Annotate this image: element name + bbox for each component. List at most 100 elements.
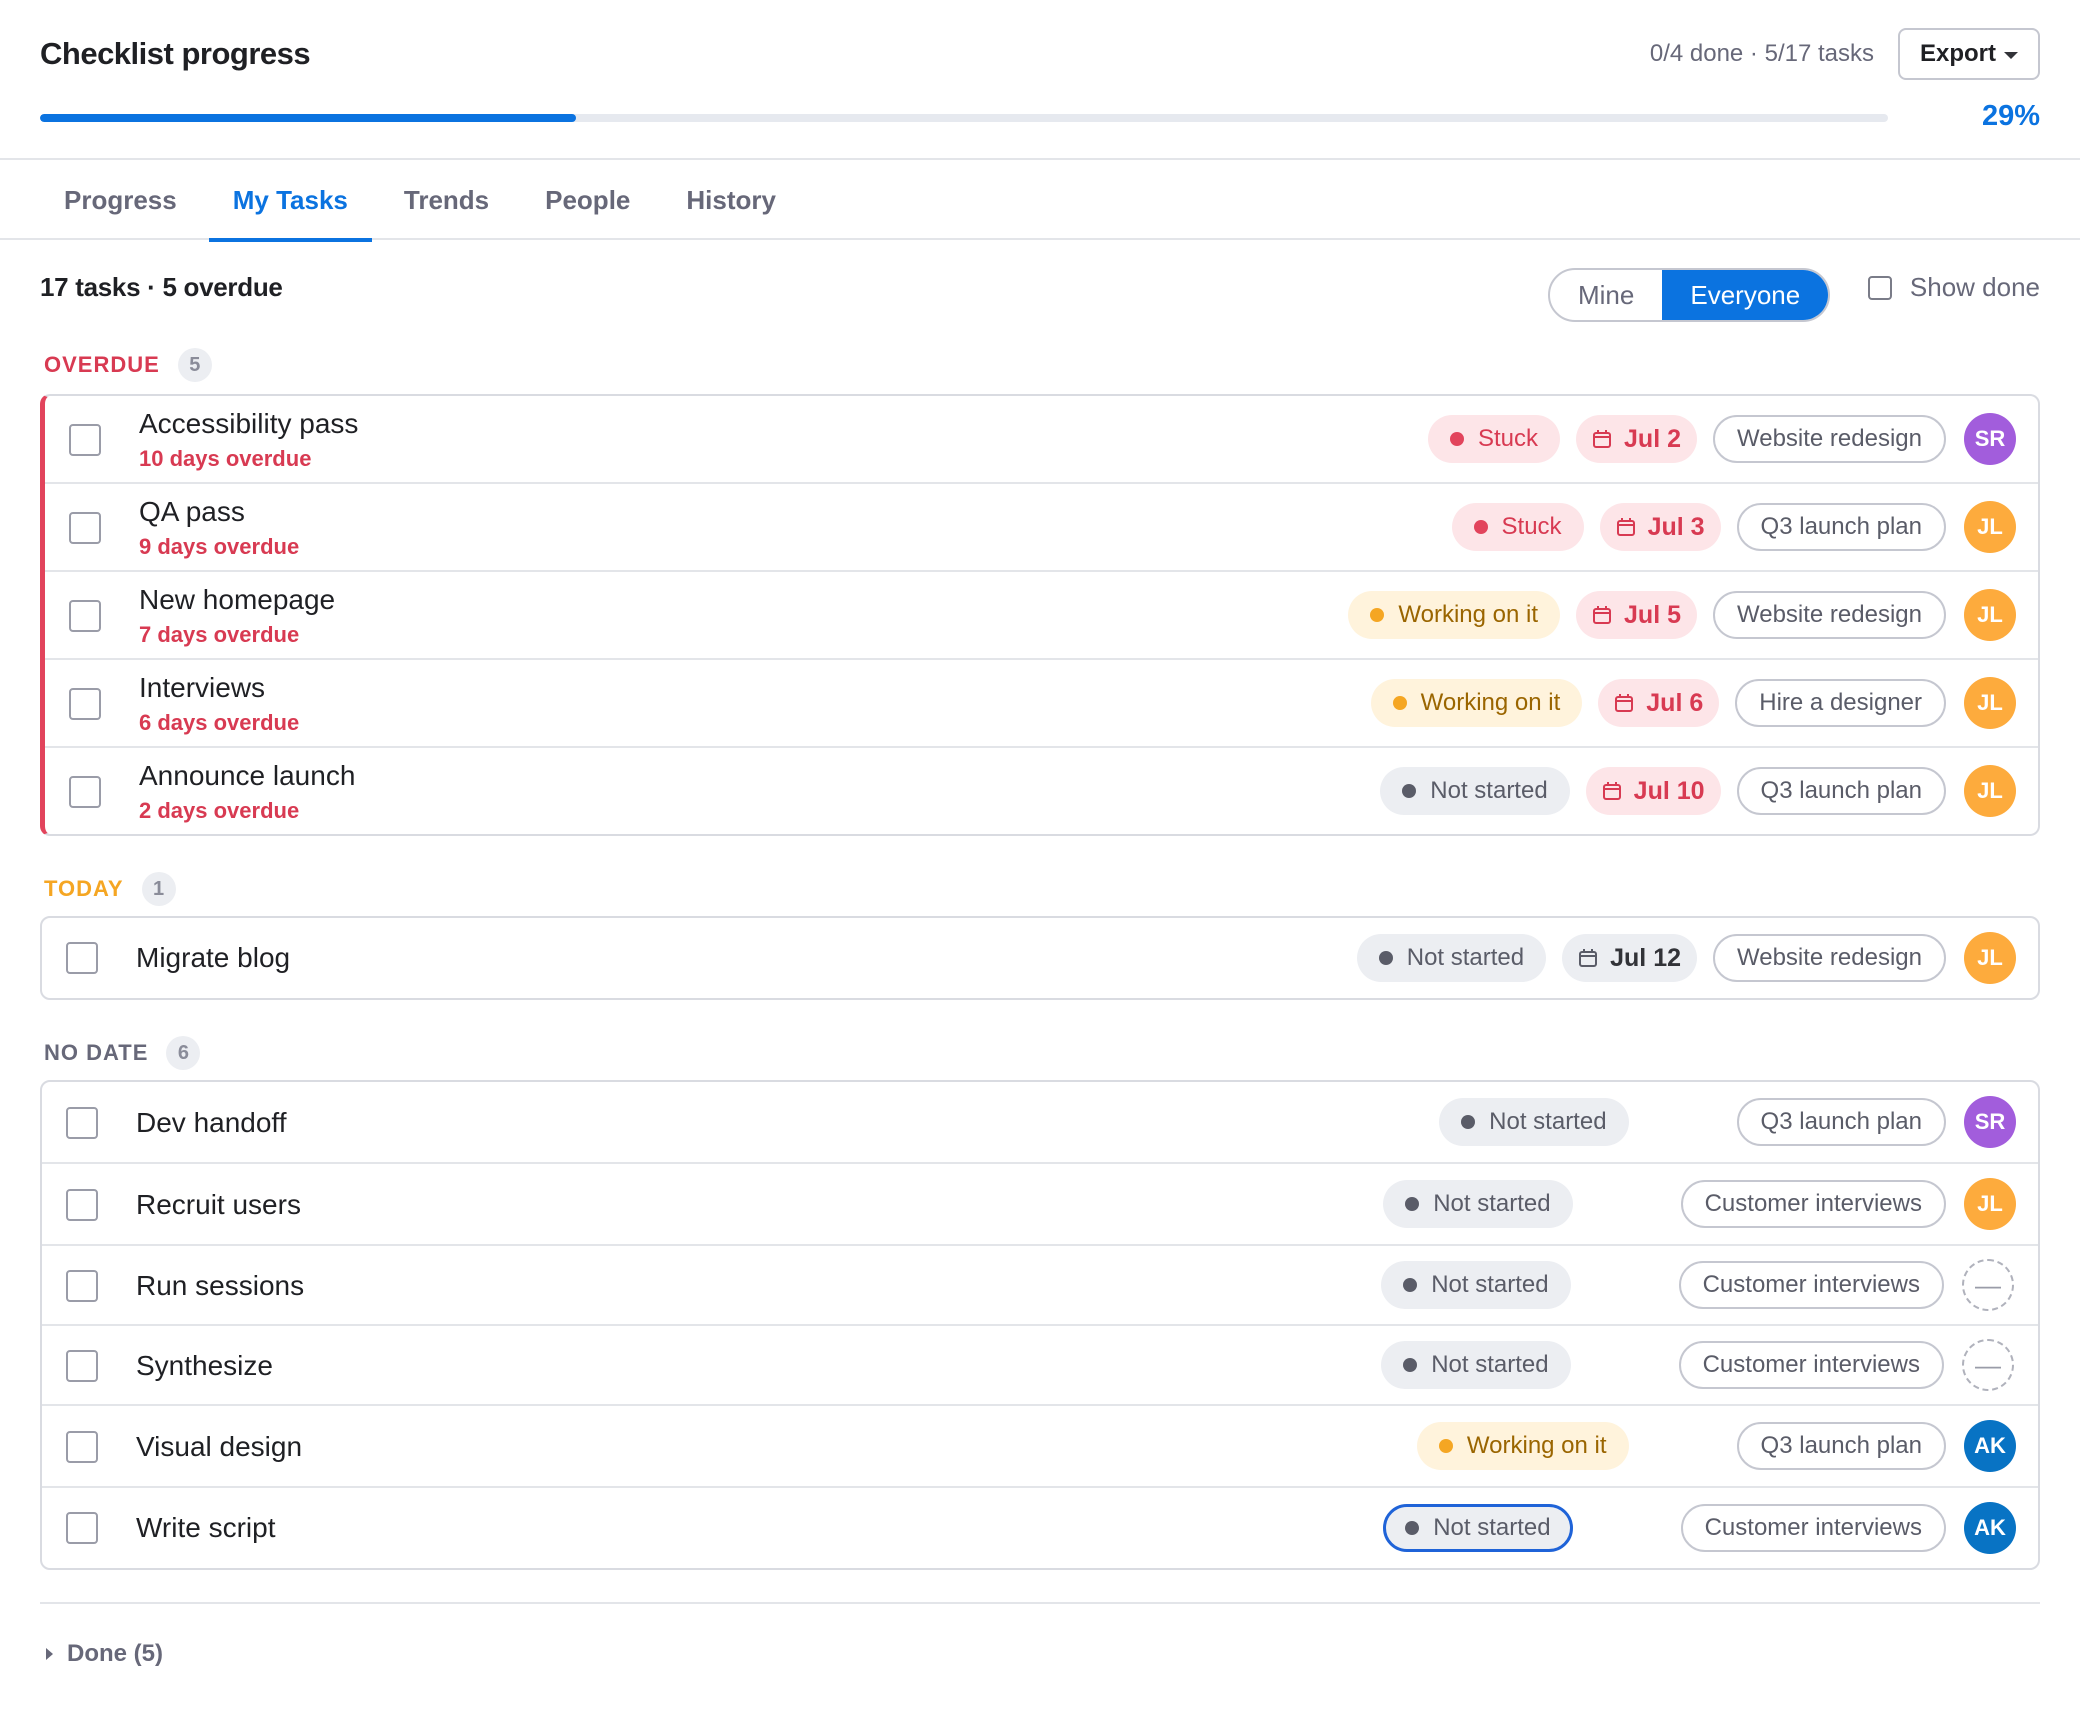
unassigned-avatar-icon[interactable]: — — [1962, 1259, 2014, 1311]
task-checkbox[interactable] — [66, 1512, 98, 1544]
caret-down-icon — [2004, 52, 2018, 59]
task-row[interactable]: New homepage 7 days overdue Working on i… — [45, 572, 2038, 660]
due-date-badge[interactable]: Jul 5 — [1576, 591, 1697, 639]
project-tag[interactable]: Q3 launch plan — [1736, 1422, 1946, 1470]
done-section-toggle[interactable]: Done (5) — [46, 1640, 163, 1668]
done-toggle-label: Done (5) — [67, 1640, 163, 1667]
project-tag[interactable]: Website redesign — [1713, 591, 1946, 639]
avatar[interactable]: AK — [1964, 1420, 2016, 1472]
show-done-toggle[interactable]: Show done — [1867, 272, 2040, 303]
avatar[interactable]: SR — [1964, 1096, 2016, 1148]
status-badge[interactable]: Not started — [1383, 1504, 1573, 1552]
task-checkbox[interactable] — [66, 1350, 98, 1382]
task-checkbox[interactable] — [66, 1107, 98, 1139]
status-badge[interactable]: Not started — [1356, 934, 1547, 982]
due-date-label: Jul 5 — [1624, 600, 1681, 629]
show-done-checkbox[interactable] — [1867, 275, 1892, 300]
avatar[interactable]: JL — [1964, 765, 2016, 817]
task-name: Write script — [136, 1512, 276, 1543]
project-tag[interactable]: Q3 launch plan — [1736, 767, 1946, 815]
task-name: Dev handoff — [136, 1107, 287, 1138]
avatar[interactable]: AK — [1964, 1502, 2016, 1554]
task-row[interactable]: Announce launch 2 days overdue Not start… — [45, 748, 2038, 834]
task-checkbox[interactable] — [69, 776, 101, 808]
avatar[interactable]: JL — [1964, 932, 2016, 984]
task-name: Migrate blog — [136, 942, 291, 973]
tab-people[interactable]: People — [521, 160, 654, 240]
calendar-icon — [1602, 782, 1621, 800]
task-row[interactable]: Write script Not started Customer interv… — [42, 1488, 2038, 1568]
task-row[interactable]: Visual design Working on it Q3 launch pl… — [42, 1406, 2038, 1488]
task-row[interactable]: Synthesize Not started Customer intervie… — [42, 1326, 2038, 1406]
due-date-badge[interactable]: Jul 12 — [1562, 934, 1697, 982]
avatar[interactable]: JL — [1964, 589, 2016, 641]
project-tag[interactable]: Website redesign — [1713, 415, 1946, 463]
group-label: TODAY — [44, 876, 124, 901]
project-tag[interactable]: Customer interviews — [1678, 1261, 1944, 1309]
status-dot-icon — [1402, 784, 1417, 798]
task-row[interactable]: Interviews 6 days overdue Working on it … — [45, 660, 2038, 748]
task-row[interactable]: Run sessions Not started Customer interv… — [42, 1246, 2038, 1326]
status-label: Stuck — [1501, 513, 1562, 540]
status-badge[interactable]: Not started — [1381, 1341, 1571, 1389]
status-badge[interactable]: Stuck — [1451, 503, 1584, 551]
status-badge[interactable]: Working on it — [1370, 679, 1583, 727]
avatar[interactable]: SR — [1964, 413, 2016, 465]
status-dot-icon — [1403, 1358, 1418, 1372]
task-checkbox[interactable] — [69, 512, 101, 544]
project-tag[interactable]: Customer interviews — [1678, 1341, 1944, 1389]
status-badge[interactable]: Not started — [1381, 1261, 1571, 1309]
group-count-badge: 5 — [177, 348, 212, 382]
due-date-badge[interactable]: Jul 3 — [1599, 503, 1721, 551]
assignee-filter: Mine Everyone — [1548, 268, 1831, 322]
filter-mine-button[interactable]: Mine — [1550, 270, 1662, 320]
status-badge[interactable]: Stuck — [1427, 415, 1561, 463]
task-row[interactable]: Accessibility pass 10 days overdue Stuck… — [45, 396, 2038, 484]
overdue-label: 10 days overdue — [139, 446, 312, 471]
avatar[interactable]: JL — [1964, 1178, 2016, 1230]
status-badge[interactable]: Not started — [1380, 767, 1570, 815]
task-row[interactable]: Dev handoff Not started Q3 launch plan S… — [42, 1082, 2038, 1164]
status-label: Stuck — [1477, 425, 1539, 452]
task-row[interactable]: QA pass 9 days overdue Stuck Jul 3 Q3 la… — [45, 484, 2038, 572]
task-checkbox[interactable] — [66, 942, 98, 974]
task-checkbox[interactable] — [69, 600, 101, 632]
project-tag[interactable]: Customer interviews — [1680, 1504, 1946, 1552]
project-tag[interactable]: Q3 launch plan — [1736, 503, 1946, 551]
avatar[interactable]: JL — [1964, 501, 2016, 553]
due-date-badge[interactable]: Jul 2 — [1576, 415, 1697, 463]
calendar-icon — [1593, 606, 1612, 624]
task-checkbox[interactable] — [69, 424, 101, 456]
divider — [40, 1602, 2040, 1604]
status-badge[interactable]: Not started — [1383, 1180, 1573, 1228]
due-date-badge[interactable]: Jul 6 — [1598, 679, 1720, 727]
task-checkbox[interactable] — [66, 1189, 98, 1221]
status-badge[interactable]: Not started — [1439, 1098, 1629, 1146]
task-checkbox[interactable] — [69, 688, 101, 720]
task-checkbox[interactable] — [66, 1270, 98, 1302]
unassigned-avatar-icon[interactable]: — — [1962, 1339, 2014, 1391]
task-row[interactable]: Recruit users Not started Customer inter… — [42, 1164, 2038, 1246]
task-checkbox[interactable] — [66, 1431, 98, 1463]
tab-history[interactable]: History — [662, 160, 800, 240]
project-tag[interactable]: Customer interviews — [1680, 1180, 1946, 1228]
tab-trends[interactable]: Trends — [380, 160, 513, 240]
task-name: Accessibility pass — [139, 408, 359, 439]
project-tag[interactable]: Hire a designer — [1735, 679, 1946, 727]
project-tag[interactable]: Q3 launch plan — [1736, 1098, 1946, 1146]
task-name: Synthesize — [136, 1350, 273, 1381]
group-label: OVERDUE — [44, 352, 160, 377]
status-dot-icon — [1473, 520, 1488, 534]
status-badge[interactable]: Working on it — [1348, 591, 1561, 639]
due-date-badge[interactable]: Jul 10 — [1585, 767, 1721, 815]
task-row[interactable]: Migrate blog Not started Jul 12 Website … — [42, 918, 2038, 998]
filter-everyone-button[interactable]: Everyone — [1662, 270, 1829, 320]
tab-progress[interactable]: Progress — [40, 160, 201, 240]
status-label: Not started — [1431, 1271, 1549, 1298]
task-name: Run sessions — [136, 1270, 305, 1301]
export-button[interactable]: Export — [1898, 28, 2040, 80]
status-badge[interactable]: Working on it — [1416, 1422, 1629, 1470]
project-tag[interactable]: Website redesign — [1713, 934, 1946, 982]
avatar[interactable]: JL — [1964, 677, 2016, 729]
tab-my-tasks[interactable]: My Tasks — [208, 160, 373, 242]
